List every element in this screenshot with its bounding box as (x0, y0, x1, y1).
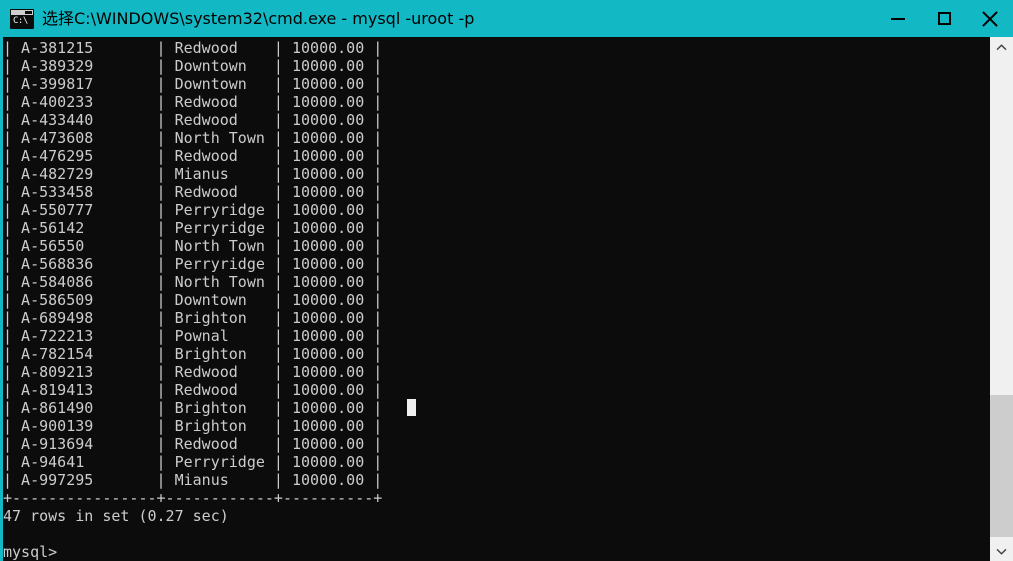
scroll-up-button[interactable] (990, 37, 1013, 57)
title-bar[interactable]: C:\ 选择C:\WINDOWS\system32\cmd.exe - mysq… (0, 0, 1013, 37)
terminal-output-area[interactable]: | A-381215 | Redwood | 10000.00 | | A-38… (0, 37, 990, 561)
text-block-cursor (407, 399, 416, 416)
cmd-app-icon: C:\ (10, 8, 34, 29)
vertical-scrollbar[interactable] (990, 37, 1013, 561)
chevron-down-icon (996, 548, 1007, 555)
scrollbar-thumb[interactable] (990, 395, 1013, 537)
maximize-button[interactable] (921, 0, 967, 37)
maximize-icon (937, 12, 951, 25)
scroll-down-button[interactable] (990, 541, 1013, 561)
minimize-button[interactable] (875, 0, 921, 37)
chevron-up-icon (996, 43, 1007, 50)
close-icon (981, 10, 999, 28)
cmd-window: C:\ 选择C:\WINDOWS\system32\cmd.exe - mysq… (0, 0, 1013, 561)
console-text: | A-381215 | Redwood | 10000.00 | | A-38… (3, 39, 383, 561)
minimize-icon (891, 17, 905, 20)
close-button[interactable] (967, 0, 1013, 37)
icon-prompt-label: C:\ (13, 15, 28, 26)
window-controls (875, 0, 1013, 37)
scrollbar-track-upper[interactable] (990, 57, 1013, 395)
window-title: 选择C:\WINDOWS\system32\cmd.exe - mysql -u… (42, 9, 475, 28)
